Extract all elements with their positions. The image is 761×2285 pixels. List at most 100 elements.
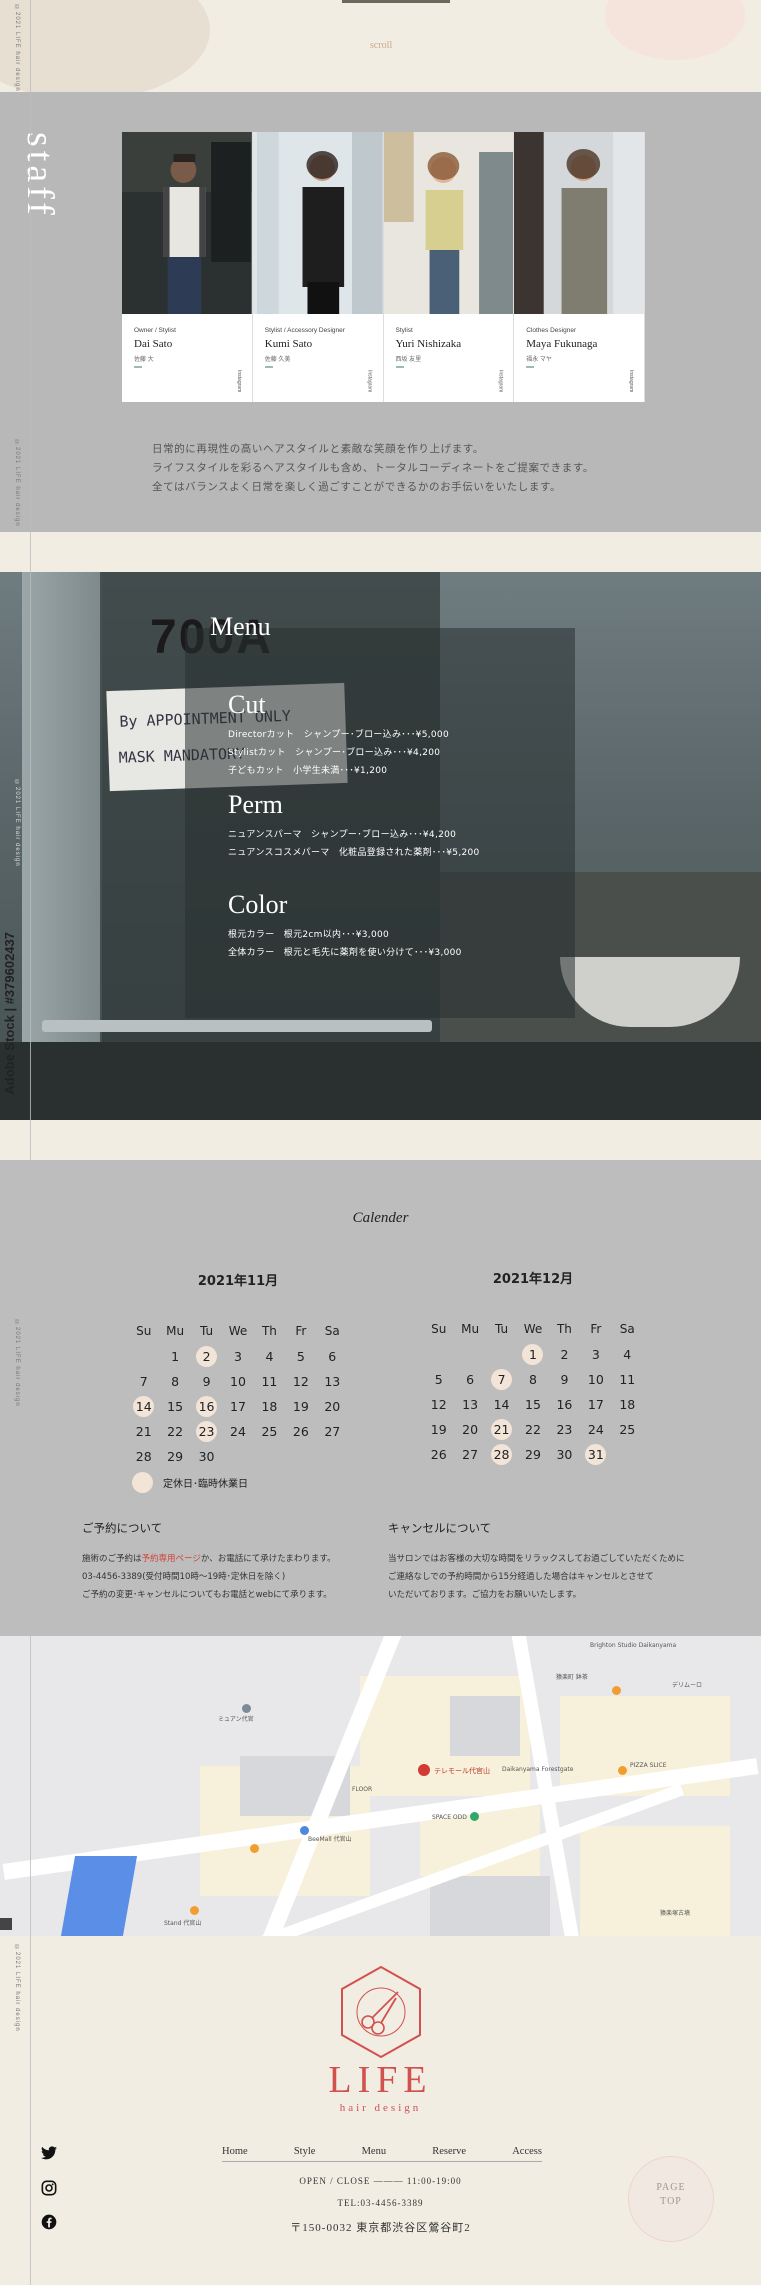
hero-image-edge [342, 0, 450, 3]
reserve-page-link[interactable]: 予約専用ページ [142, 1554, 201, 1564]
weekday-header: We [523, 1322, 543, 1336]
map-place-label: ミュアン代官 [218, 1716, 254, 1723]
calendar-date: 1 [171, 1349, 180, 1364]
staff-card[interactable]: Clothes Designer Maya Fukunaga 福永 マヤ Ins… [514, 132, 645, 402]
note-line: 当サロンではお客様の大切な時間をリラックスしてお過ごしていただくために [388, 1554, 685, 1564]
page-top-label: TOP [660, 2196, 682, 2207]
menu-item: Stylistカット シャンプー･ブロー込み･･･¥4,200 [228, 748, 441, 758]
map-place-label: 猿楽町 鉢茶 [556, 1674, 588, 1681]
calendar-date: 17 [230, 1399, 246, 1414]
page-top-button[interactable]: PAGE TOP [628, 2156, 714, 2242]
nav-menu[interactable]: Menu [362, 2146, 387, 2157]
staff-kana: 佐藤 久美 [264, 357, 291, 363]
calendar-date: 9 [202, 1374, 211, 1389]
month-label: 2021年12月 [492, 1272, 574, 1287]
calendar-date: 9 [560, 1372, 569, 1387]
menu-item: Directorカット シャンプー･ブロー込み･･･¥5,000 [228, 730, 449, 740]
staff-kana: 西坂 友里 [395, 357, 422, 363]
nav-reserve[interactable]: Reserve [432, 2146, 466, 2157]
logo-text: LIFE [328, 2059, 433, 2101]
accent-line [134, 366, 142, 368]
reserve-note: ご予約について 施術のご予約は予約専用ページか、お電話にて承けたまわります。 0… [82, 1520, 402, 1604]
poi-icon [470, 1812, 479, 1821]
calendar-date: 14 [493, 1397, 510, 1412]
poi-icon [612, 1686, 621, 1695]
holiday-swatch [132, 1472, 153, 1493]
holiday-date: 21 [486, 1419, 517, 1440]
background-floor [0, 1042, 761, 1120]
month-calendar: 2021年12月 Su Mu Tu We Th Fr Sa 1 2 3 4 5 6 7 8 9 10 11 12 13… [423, 1268, 643, 1465]
calendar-date: 6 [328, 1349, 337, 1364]
calendar-title: Calender [352, 1210, 409, 1226]
note-line: 施術のご予約は予約専用ページか、お電話にて承けたまわります。 [82, 1554, 336, 1564]
weekday-header: Fr [590, 1322, 602, 1336]
calendar-date: 7 [139, 1374, 148, 1389]
nav-access[interactable]: Access [512, 2146, 542, 2157]
side-copyright: ©2021 LIFE hair design [14, 1320, 20, 1407]
map-place-label: SPACE ODD [432, 1814, 467, 1821]
weekday-header: Mu [461, 1322, 480, 1336]
calendar-date: 29 [525, 1447, 541, 1462]
side-copyright: ©2021 LIFE hair design [14, 5, 20, 92]
staff-section: staff Owner / Stylist Dai Sato 佐藤 大 Inst… [0, 92, 761, 532]
holiday-date: 7 [486, 1369, 517, 1390]
calendar-date: 3 [591, 1347, 600, 1362]
staff-card[interactable]: Stylist / Accessory Designer Kumi Sato 佐… [252, 132, 384, 402]
staff-photo [252, 132, 383, 314]
instagram-link[interactable]: Instagram [497, 370, 503, 392]
staff-card[interactable]: Owner / Stylist Dai Sato 佐藤 大 Instagram [122, 132, 253, 402]
footer-nav: Home Style Menu Reserve Access [222, 2146, 542, 2162]
menu-title: Menu [210, 612, 271, 641]
instagram-link[interactable]: Instagram [236, 370, 242, 392]
menu-panel [185, 628, 575, 1018]
map-embed[interactable]: テレモール代官山 Brighton Studio Daikanyama 猿楽町 … [0, 1636, 761, 1936]
section-title: staff [19, 132, 61, 219]
holiday-date: 31 [580, 1444, 611, 1465]
twitter-icon[interactable] [40, 2146, 58, 2164]
calendar-date: 24 [230, 1424, 246, 1439]
section-spacer [0, 532, 761, 572]
staff-card[interactable]: Stylist Yuri Nishizaka 西坂 友里 Instagram [383, 132, 515, 402]
map-zoom-control[interactable] [0, 1918, 12, 1930]
weekday-header: Mu [166, 1324, 185, 1338]
section-spacer [0, 1120, 761, 1160]
location-pin-icon[interactable] [418, 1764, 430, 1776]
note-heading: キャンセルについて [388, 1521, 492, 1535]
calendar-date: 8 [171, 1374, 180, 1389]
calendar-date: 22 [167, 1424, 184, 1439]
map-place-label: BeeMall 代官山 [308, 1836, 352, 1843]
map-block [430, 1876, 550, 1936]
nav-home[interactable]: Home [222, 2146, 248, 2157]
calendar-date: 11 [261, 1374, 278, 1389]
weekday-header: Su [136, 1324, 152, 1338]
decorative-blob [0, 0, 210, 92]
instagram-link[interactable]: Instagram [367, 370, 373, 392]
note-line: 03-4456-3389(受付時間10時～19時･定休日を除く) [82, 1572, 286, 1582]
staff-cards: Owner / Stylist Dai Sato 佐藤 大 Instagram … [122, 132, 645, 402]
footer: LIFE hair design Home Style Menu Reserve… [0, 1936, 761, 2285]
staff-role: Clothes Designer [526, 327, 577, 334]
poi-icon [242, 1704, 251, 1713]
empty-day [423, 1344, 454, 1365]
calendar-date: 16 [556, 1397, 573, 1412]
calendar-date: 5 [434, 1372, 443, 1387]
calendar-date: 22 [525, 1422, 541, 1437]
instagram-link[interactable]: Instagram [628, 370, 634, 392]
staff-name: Yuri Nishizaka [395, 338, 462, 350]
description-line: 日常的に再現性の高いヘアスタイルと素敵な笑顔を作り上げます。 [152, 443, 484, 455]
calendar-date: 15 [525, 1397, 541, 1412]
empty-day [486, 1344, 517, 1365]
decorative-blob [605, 0, 745, 60]
holiday-date: 16 [191, 1396, 222, 1417]
scissors-logo-icon[interactable] [338, 1964, 424, 2060]
weekday-header: Sa [619, 1322, 635, 1336]
map-place-label: Brighton Studio Daikanyama [590, 1642, 677, 1649]
nav-style[interactable]: Style [294, 2146, 316, 2157]
top-section: scroll [0, 0, 761, 92]
map-place-label: Daikanyama Forestgate [502, 1766, 574, 1773]
calendar-date: 20 [324, 1399, 341, 1414]
calendar-date: 15 [167, 1399, 184, 1414]
weekday-header: Tu [495, 1322, 509, 1336]
calendar-date: 10 [230, 1374, 246, 1389]
calendar-date: 2 [560, 1347, 569, 1362]
